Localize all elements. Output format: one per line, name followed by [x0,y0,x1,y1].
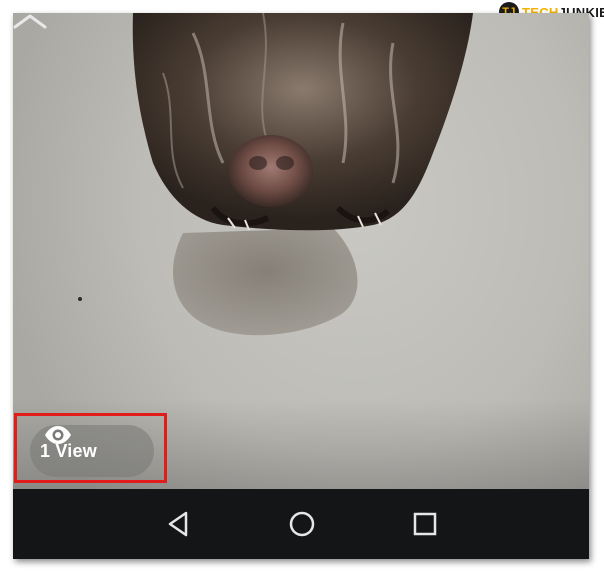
eye-icon [45,426,71,444]
chevron-up-icon[interactable] [13,13,47,29]
android-navigation-bar [13,489,589,559]
view-count-button[interactable]: 1 View [30,425,154,477]
phone-screen: 1 View [13,13,589,559]
back-triangle-icon [168,511,188,537]
home-circle-icon [289,511,315,537]
back-button[interactable] [164,509,194,539]
recents-square-icon [413,512,437,536]
story-photo: 1 View [13,13,589,489]
recents-button[interactable] [410,509,440,539]
home-button[interactable] [287,509,317,539]
